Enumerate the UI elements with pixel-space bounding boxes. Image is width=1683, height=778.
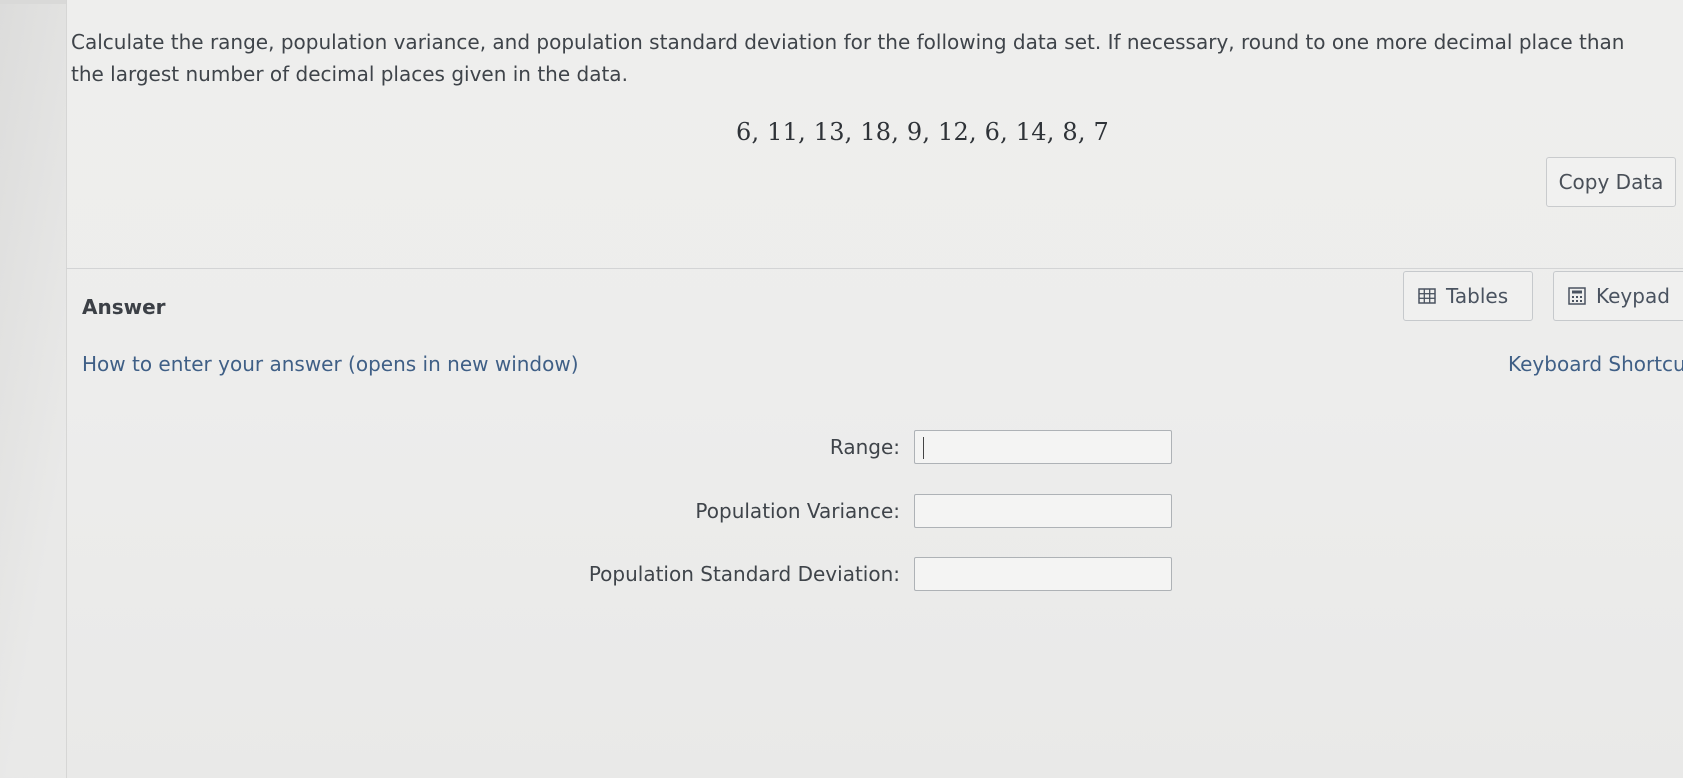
text-caret [923, 437, 924, 459]
keyboard-shortcuts-link[interactable]: Keyboard Shortcuts [1508, 352, 1683, 376]
tables-button[interactable]: Tables [1403, 271, 1533, 321]
calculator-icon [1568, 287, 1586, 305]
range-row: Range: [560, 427, 1172, 467]
population-variance-label: Population Variance: [695, 499, 900, 523]
section-divider [66, 268, 1683, 269]
tables-button-label: Tables [1446, 284, 1509, 308]
range-input[interactable] [914, 430, 1172, 464]
population-standard-deviation-row: Population Standard Deviation: [560, 554, 1172, 594]
answer-heading: Answer [82, 295, 166, 319]
population-variance-input[interactable] [914, 494, 1172, 528]
question-prompt: Calculate the range, population variance… [71, 30, 1625, 86]
range-label: Range: [829, 435, 900, 459]
table-grid-icon [1418, 288, 1436, 304]
population-standard-deviation-label: Population Standard Deviation: [588, 562, 900, 586]
population-standard-deviation-input[interactable] [914, 557, 1172, 591]
how-to-enter-answer-link[interactable]: How to enter your answer (opens in new w… [82, 352, 579, 376]
copy-data-button[interactable]: Copy Data [1546, 157, 1676, 207]
data-set: 6, 11, 13, 18, 9, 12, 6, 14, 8, 7 [736, 118, 1109, 146]
question-panel [66, 0, 1683, 778]
population-variance-row: Population Variance: [560, 491, 1172, 531]
keypad-button[interactable]: Keypad [1553, 271, 1683, 321]
keypad-button-label: Keypad [1596, 284, 1670, 308]
